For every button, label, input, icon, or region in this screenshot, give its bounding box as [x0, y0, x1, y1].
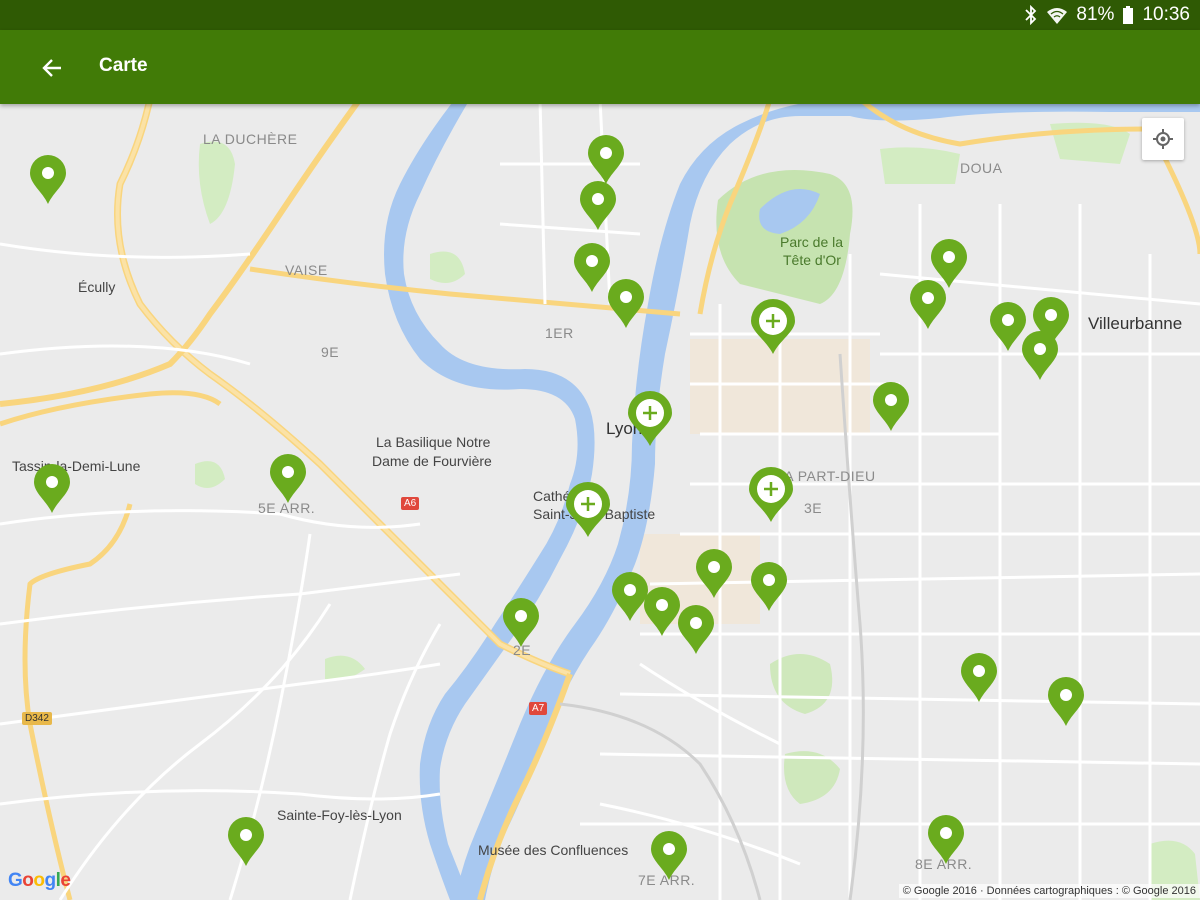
back-button[interactable] — [36, 52, 68, 84]
location-marker[interactable] — [33, 463, 71, 513]
map-label-musee: Musée des Confluences — [478, 842, 629, 858]
map-label-3e: 3E — [804, 500, 823, 516]
map-label-vaise: VAISE — [285, 262, 328, 278]
location-marker[interactable] — [227, 816, 265, 866]
location-marker[interactable] — [269, 453, 307, 503]
cluster-marker[interactable] — [748, 466, 794, 522]
map-label-parc: Parc de la — [780, 234, 844, 250]
map-view[interactable]: LA DUCHÈRE Écully VAISE 9E 1ER DOUA Parc… — [0, 104, 1200, 900]
battery-icon — [1122, 5, 1134, 25]
location-marker[interactable] — [579, 180, 617, 230]
bluetooth-icon — [1024, 5, 1038, 25]
map-label-doua: DOUA — [960, 160, 1003, 176]
my-location-button[interactable] — [1142, 118, 1184, 160]
highway-shield-a7: A7 — [529, 702, 548, 715]
map-label-parc-2: Tête d'Or — [783, 252, 841, 268]
location-marker[interactable] — [650, 830, 688, 880]
my-location-icon[interactable] — [1151, 127, 1175, 151]
location-marker[interactable] — [587, 134, 625, 184]
highway-shield-a6: A6 — [401, 497, 420, 510]
clock: 10:36 — [1142, 4, 1190, 25]
app-bar: Carte — [0, 30, 1200, 104]
location-marker[interactable] — [927, 814, 965, 864]
status-icons: 81% 10:36 — [1024, 0, 1190, 30]
location-marker[interactable] — [909, 279, 947, 329]
cluster-marker[interactable] — [565, 481, 611, 537]
location-marker[interactable] — [960, 652, 998, 702]
arrow-back-icon[interactable] — [41, 57, 63, 79]
location-marker[interactable] — [29, 154, 67, 204]
location-marker[interactable] — [643, 586, 681, 636]
location-marker[interactable] — [677, 604, 715, 654]
map-label-la-duchere: LA DUCHÈRE — [203, 131, 298, 147]
map-label-tassin: Tassin-la-Demi-Lune — [12, 458, 141, 474]
cluster-marker[interactable] — [627, 390, 673, 446]
google-logo: Google — [8, 870, 71, 891]
status-bar: 81% 10:36 — [0, 0, 1200, 30]
location-marker[interactable] — [750, 561, 788, 611]
location-marker[interactable] — [502, 597, 540, 647]
map-label-basilique: La Basilique Notre — [376, 434, 491, 450]
map-label-basilique-2: Dame de Fourvière — [372, 453, 492, 469]
location-marker[interactable] — [872, 381, 910, 431]
location-marker[interactable] — [1021, 330, 1059, 380]
map-label-1er: 1ER — [545, 325, 574, 341]
map-label-9e: 9E — [321, 344, 340, 360]
battery-percent: 81% — [1076, 4, 1115, 25]
road-shield-d342: D342 — [22, 712, 52, 725]
cluster-marker[interactable] — [750, 298, 796, 354]
location-marker[interactable] — [607, 278, 645, 328]
wifi-icon — [1046, 5, 1068, 25]
location-marker[interactable] — [1047, 676, 1085, 726]
map-label-sainte-foy: Sainte-Foy-lès-Lyon — [277, 807, 402, 823]
map-label-ecully: Écully — [78, 279, 116, 295]
location-marker[interactable] — [573, 242, 611, 292]
map-label-villeurbanne: Villeurbanne — [1088, 314, 1183, 333]
page-title: Carte — [99, 55, 148, 76]
location-marker[interactable] — [695, 548, 733, 598]
map-copyright: © Google 2016 · Données cartographiques … — [898, 884, 1200, 898]
